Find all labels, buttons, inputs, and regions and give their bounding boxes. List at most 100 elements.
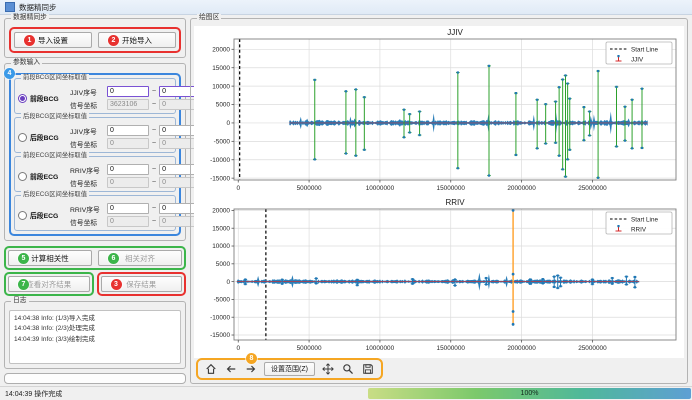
actions-area: 5 计算相关性 6 相关对齐 7 查看对齐结果 3: [4, 246, 186, 296]
svg-text:0: 0: [226, 279, 230, 286]
back-arrow-icon[interactable]: [224, 363, 237, 376]
set-range-button[interactable]: 设置范围(Z): [264, 362, 315, 376]
svg-text:20000000: 20000000: [507, 345, 536, 352]
tilde: ~: [152, 166, 156, 173]
svg-text:20000: 20000: [212, 208, 230, 215]
svg-text:-10000: -10000: [210, 314, 230, 321]
svg-text:-5000: -5000: [214, 139, 231, 146]
badge-2: 2: [108, 35, 119, 46]
svg-text:RRIV: RRIV: [445, 198, 465, 207]
radio-front-bcg[interactable]: [18, 94, 27, 103]
svg-text:5000: 5000: [216, 102, 231, 109]
rear-ecg-rriv-min-input[interactable]: [107, 203, 149, 214]
svg-text:5000000: 5000000: [297, 185, 322, 192]
rear-bcg-jjiv-min-input[interactable]: [107, 125, 149, 136]
status-message: 14:04:39 操作完成: [5, 389, 62, 399]
badge-7: 7: [18, 279, 29, 290]
calc-correlation-label: 计算相关性: [31, 253, 69, 264]
start-import-button[interactable]: 2 开始导入: [98, 32, 176, 48]
svg-text:5000: 5000: [216, 261, 231, 268]
tilde: ~: [152, 101, 156, 108]
view-align-result-button[interactable]: 7 查看对齐结果: [8, 276, 90, 292]
tilde: ~: [152, 88, 156, 95]
figure-canvas[interactable]: 0 5000000 10000000 15000000 20000000 25000000…: [194, 26, 684, 358]
plot-groupbox: 绘图区 050000001000000015000000200000002500…: [190, 18, 688, 384]
save-figure-icon[interactable]: [362, 363, 375, 376]
svg-text:0: 0: [236, 345, 240, 352]
svg-text:JJIV: JJIV: [631, 56, 644, 63]
plot-group-title: 绘图区: [197, 14, 221, 22]
svg-text:10000000: 10000000: [366, 185, 395, 192]
home-icon[interactable]: [204, 363, 217, 376]
radio-front-ecg-label: 前段ECG: [30, 171, 58, 181]
param-group-front-ecg-title: 前段ECG区间坐标取值: [21, 152, 89, 160]
svg-text:-15000: -15000: [210, 332, 230, 339]
sync-group: 数据精同步 1 导入设置 2 开始导入: [4, 18, 186, 58]
pan-icon[interactable]: [322, 363, 335, 376]
toolbar-row: 8 设置范围(Z): [194, 358, 684, 380]
svg-text:-15000: -15000: [210, 175, 230, 182]
log-group: 日志 14:04:38 Info: (1/3)导入完成 14:04:38 Inf…: [4, 301, 186, 369]
save-result-label: 保存结果: [126, 279, 156, 290]
param-group-front-ecg: 前段ECG区间坐标取值 前段ECG RRIV序号 ~: [14, 156, 176, 192]
radio-rear-ecg[interactable]: [18, 211, 27, 220]
param-group-rear-ecg-title: 后段ECG区间坐标取值: [21, 191, 89, 199]
svg-text:15000: 15000: [212, 225, 230, 232]
start-import-label: 开始导入: [122, 35, 152, 46]
front-ecg-signal-min-input: [107, 177, 149, 188]
titlebar: 数据精同步: [0, 0, 692, 15]
front-ecg-rriv-min-input[interactable]: [107, 164, 149, 175]
log-line: 14:04:38 Info: (1/3)导入完成: [14, 314, 176, 324]
log-output[interactable]: 14:04:38 Info: (1/3)导入完成 14:04:38 Info: …: [9, 310, 181, 364]
svg-text:25000000: 25000000: [578, 345, 607, 352]
tilde: ~: [152, 179, 156, 186]
svg-text:Start Line: Start Line: [631, 46, 658, 53]
set-range-label: 设置范围(Z): [271, 364, 308, 374]
svg-text:JJIV: JJIV: [447, 28, 463, 37]
status-bar: 14:04:39 操作完成 100%: [0, 386, 692, 400]
log-line: 14:04:39 Info: (3/3)绘制完成: [14, 335, 176, 345]
calc-correlation-button[interactable]: 5 计算相关性: [8, 250, 92, 266]
params-group: 参数输入 4 前段BCG区间坐标取值 前段BCG JJIV序号: [4, 63, 186, 241]
correlation-align-button[interactable]: 6 相关对齐: [98, 250, 182, 266]
params-group-title: 参数输入: [11, 59, 42, 67]
save-result-button[interactable]: 3 保存结果: [101, 276, 183, 292]
badge-6: 6: [108, 253, 119, 264]
chart-jjiv[interactable]: 0500000010000000150000002000000025000000…: [194, 26, 684, 196]
log-group-title: 日志: [11, 297, 29, 305]
tilde: ~: [152, 218, 156, 225]
radio-rear-bcg[interactable]: [18, 133, 27, 142]
radio-front-bcg-label: 前段BCG: [30, 93, 59, 103]
zoom-icon[interactable]: [342, 363, 355, 376]
svg-text:10000: 10000: [212, 83, 230, 90]
svg-text:15000000: 15000000: [437, 185, 466, 192]
import-settings-button[interactable]: 1 导入设置: [14, 32, 92, 48]
radio-front-ecg[interactable]: [18, 172, 27, 181]
window-title: 数据精同步: [19, 2, 57, 13]
signal-coord-label: 信号坐标: [70, 139, 104, 149]
correlation-align-label: 相关对齐: [125, 253, 155, 264]
svg-text:RRIV: RRIV: [631, 226, 647, 233]
sync-group-title: 数据精同步: [11, 14, 49, 22]
progress-label: 100%: [521, 390, 539, 397]
forward-arrow-icon[interactable]: [244, 363, 257, 376]
view-align-result-label: 查看对齐结果: [26, 279, 71, 290]
tilde: ~: [152, 205, 156, 212]
param-group-front-bcg: 前段BCG区间坐标取值 前段BCG JJIV序号 ~: [14, 78, 176, 114]
front-bcg-signal-min-input: [107, 99, 149, 110]
chart-rriv[interactable]: 0500000010000000150000002000000025000000…: [194, 196, 684, 356]
badge-1: 1: [24, 35, 35, 46]
rear-ecg-signal-min-input: [107, 216, 149, 227]
badge-3: 3: [111, 279, 122, 290]
correlation-highlight-rect: 5 计算相关性 6 相关对齐: [4, 246, 186, 270]
import-settings-label: 导入设置: [38, 35, 68, 46]
save-result-highlight-rect: 3 保存结果: [97, 272, 187, 296]
radio-rear-bcg-label: 后段BCG: [30, 132, 59, 142]
import-highlight-rect: 1 导入设置 2 开始导入: [9, 27, 181, 53]
radio-rear-ecg-label: 后段ECG: [30, 210, 58, 220]
rriv-index-label: RRIV序号: [70, 204, 104, 214]
app-icon: [5, 2, 15, 12]
svg-text:10000: 10000: [212, 243, 230, 250]
front-bcg-jjiv-min-input[interactable]: [107, 86, 149, 97]
jjiv-index-label: JJIV序号: [70, 87, 104, 97]
